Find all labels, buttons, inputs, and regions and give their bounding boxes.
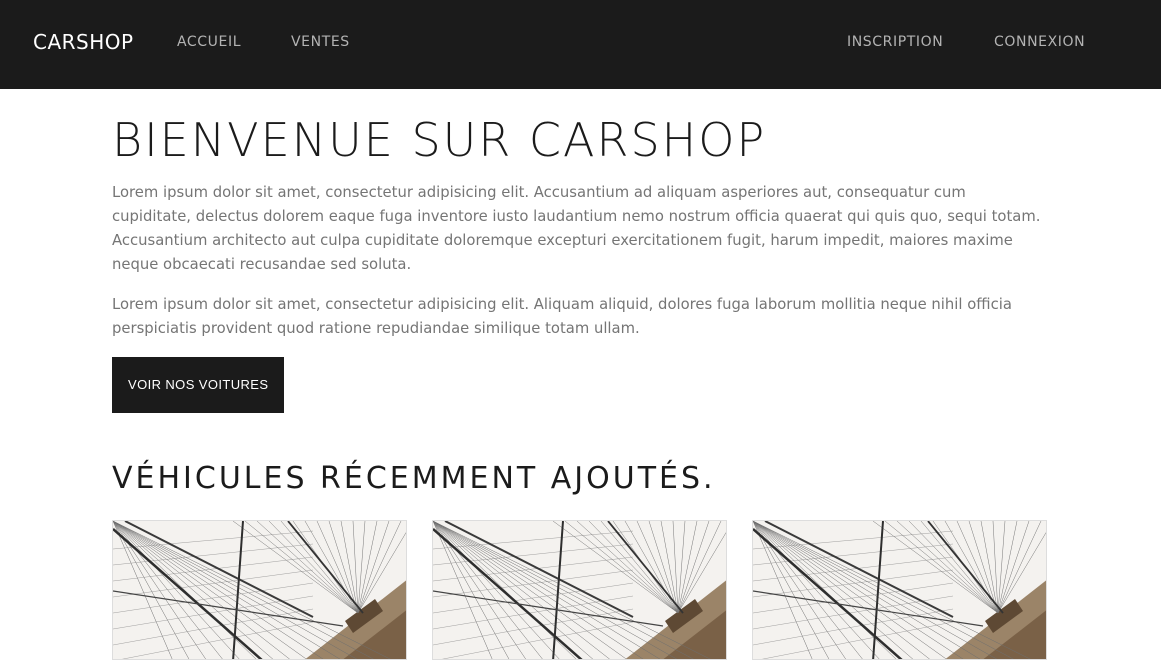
see-cars-button[interactable]: VOIR NOS VOITURES: [112, 357, 285, 413]
bridge-cables-photo: [113, 521, 406, 659]
hero-paragraph-2: Lorem ipsum dolor sit amet, consectetur …: [112, 296, 1012, 337]
recent-vehicles-title: VÉHICULES RÉCEMMENT AJOUTÉS.: [112, 461, 716, 496]
nav-link-accueil[interactable]: ACCUEIL: [177, 34, 241, 50]
nav-link-inscription[interactable]: INSCRIPTION: [847, 34, 943, 50]
hero-title: BIENVENUE SUR CARSHOP: [112, 113, 767, 167]
bridge-cables-photo: [433, 521, 726, 659]
bridge-cables-photo: [753, 521, 1046, 659]
nav-link-connexion[interactable]: CONNEXION: [994, 34, 1085, 50]
brand-logo-link[interactable]: CARSHOP: [33, 30, 134, 54]
main-content: BIENVENUE SUR CARSHOP Lorem ipsum dolor …: [112, 89, 1047, 497]
recent-vehicles-list: [112, 520, 1047, 660]
top-navbar: CARSHOP ACCUEIL VENTES INSCRIPTION CONNE…: [0, 0, 1161, 89]
vehicle-card[interactable]: [112, 520, 407, 660]
vehicle-card[interactable]: [432, 520, 727, 660]
vehicle-card[interactable]: [752, 520, 1047, 660]
hero-paragraph-1: Lorem ipsum dolor sit amet, consectetur …: [112, 184, 1041, 273]
nav-link-ventes[interactable]: VENTES: [291, 34, 350, 50]
